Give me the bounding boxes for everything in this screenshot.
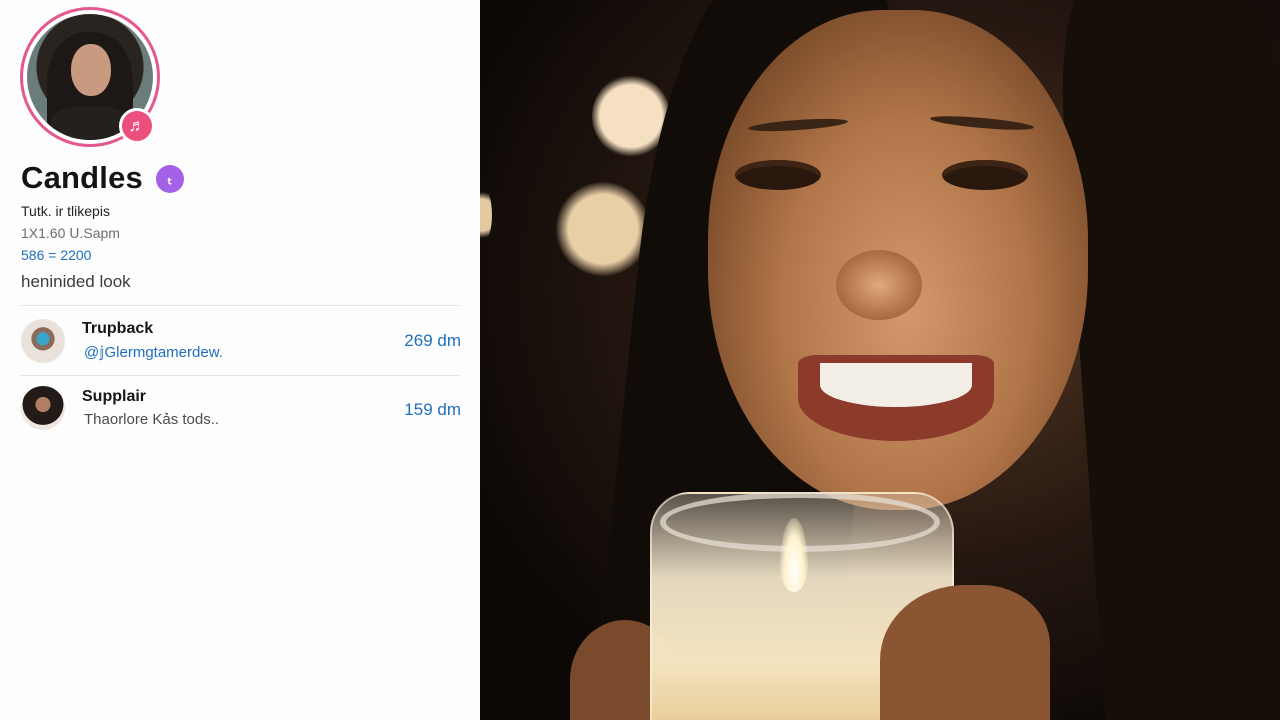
avatar — [21, 319, 65, 363]
nose-shape — [836, 250, 922, 320]
list-item-handle[interactable]: @𝕛Glermgtamerdew. — [84, 343, 223, 361]
bokeh-light — [556, 182, 650, 276]
hair-shape — [1053, 0, 1280, 720]
list-item-trupback[interactable]: Trupback @𝕛Glermgtamerdew. 269 dm — [0, 312, 480, 368]
profile-sidebar: ♬ Candles ₜ Tutk. ir tlikepis 1X1.60 ᑌ.S… — [0, 0, 480, 720]
eye-shape — [735, 160, 821, 190]
list-item-name: Supplair — [82, 388, 147, 405]
divider — [21, 305, 459, 306]
music-note-icon[interactable]: ♬ — [119, 108, 155, 144]
profile-time: 1X1.60 ᑌ.Sapm — [21, 225, 120, 241]
profile-tagline: Tutk. ir tlikepis — [21, 203, 110, 219]
profile-name: Candles — [21, 160, 143, 195]
avatar — [21, 386, 65, 430]
profile-stats[interactable]: 586 = 2200 — [21, 247, 91, 263]
list-item-name: Trupback — [82, 320, 154, 337]
hand-shape — [880, 585, 1050, 720]
divider — [21, 375, 459, 376]
list-item-meta: 269 dm — [404, 331, 461, 350]
list-item-supplair[interactable]: Supplair Thaorlore Kảs tods.. 159 dm — [0, 380, 480, 436]
eye-shape — [942, 160, 1028, 190]
list-item-subtitle: Thaorlore Kảs tods.. — [84, 411, 220, 428]
verified-badge-icon: ₜ — [156, 165, 184, 193]
candle-portrait-image — [480, 0, 1280, 720]
bokeh-light — [480, 185, 492, 245]
smile-shape — [798, 355, 994, 441]
list-item-meta: 159 dm — [404, 400, 461, 419]
profile-bio: heninided look — [21, 272, 131, 291]
